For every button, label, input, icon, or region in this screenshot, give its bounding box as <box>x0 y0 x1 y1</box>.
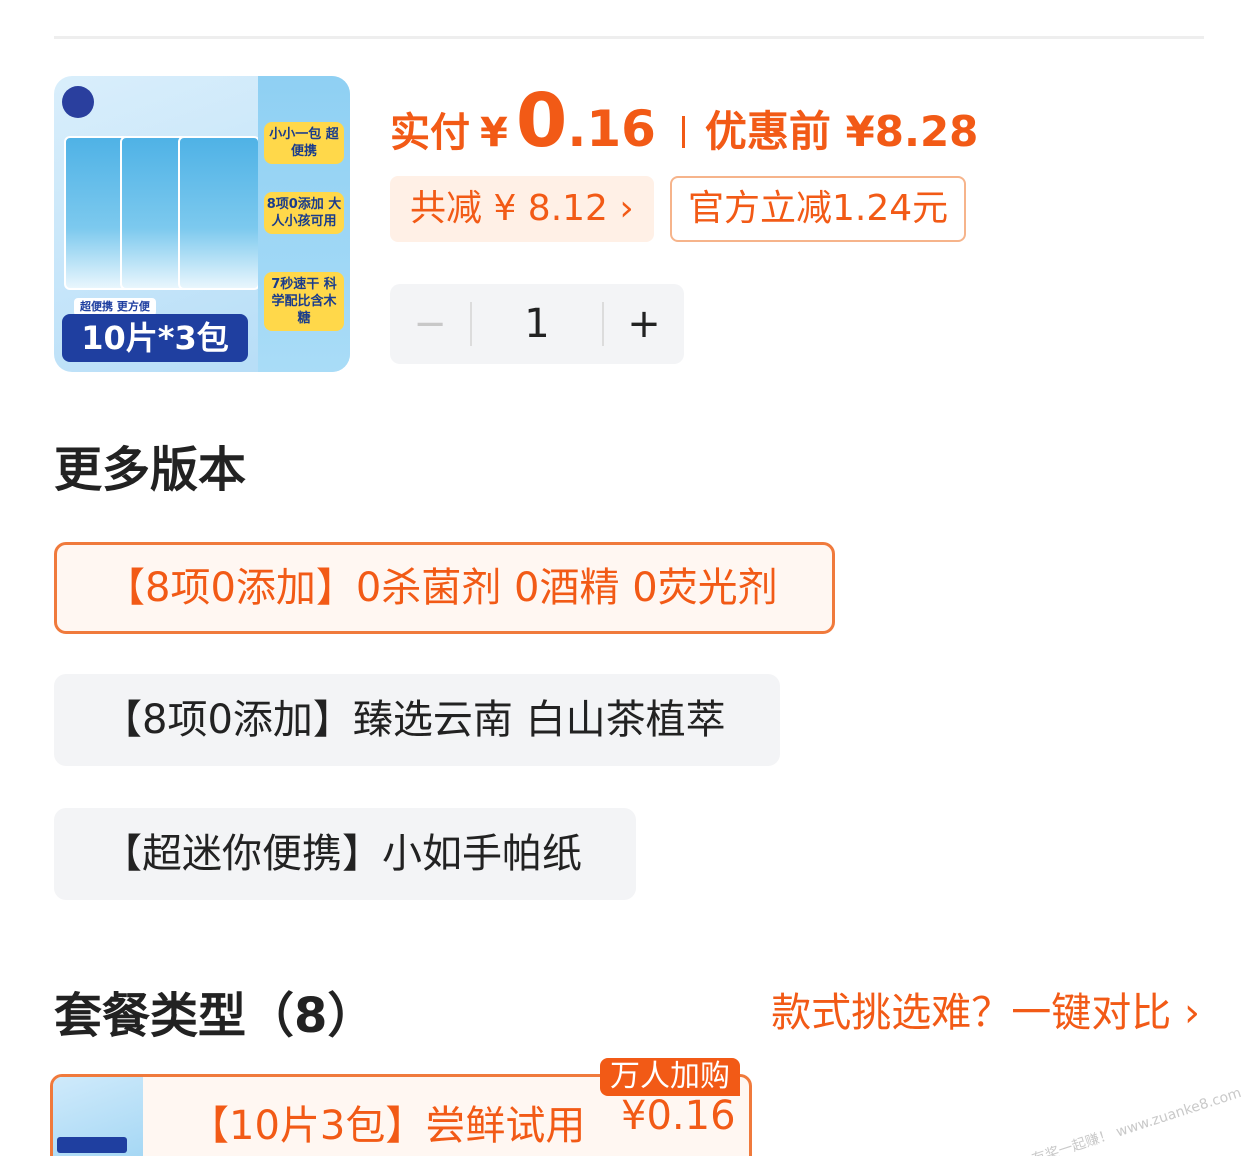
product-image[interactable]: 小小一包 超便携 8项0添加 大人小孩可用 7秒速干 科学配比含木糖 超便携 更… <box>54 76 350 372</box>
quantity-stepper: − 1 + <box>390 284 684 364</box>
increase-button[interactable]: + <box>604 284 684 364</box>
package-label: 【10片3包】尝鲜试用 <box>189 1103 586 1149</box>
paid-price-int: 0 <box>515 78 568 164</box>
compare-styles-link[interactable]: 款式挑选难？一键对比 › <box>771 980 1200 1038</box>
thumbnail-badge <box>57 1137 127 1153</box>
currency-symbol: ¥ <box>480 110 508 156</box>
version-option[interactable]: 【8项0添加】臻选云南 白山茶植萃 <box>54 674 780 766</box>
official-discount-chip: 官方立减1.24元 <box>670 176 967 242</box>
package-type-title: 套餐类型（8） <box>54 988 376 1044</box>
decrease-button[interactable]: − <box>390 284 470 364</box>
price-row: 实付 ¥ 0 .16 优惠前 ¥8.28 <box>390 78 978 178</box>
more-versions-title: 更多版本 <box>54 442 247 498</box>
version-option[interactable]: 【超迷你便携】小如手帕纸 <box>54 808 636 900</box>
price-before-discount: 优惠前 ¥8.28 <box>704 107 979 156</box>
feature-tag-additives: 8项0添加 大人小孩可用 <box>264 192 344 234</box>
total-discount-chip[interactable]: 共减 ¥ 8.12 › <box>390 176 654 242</box>
wipe-pack-3 <box>178 136 260 290</box>
brand-logo <box>62 86 94 118</box>
quantity-value[interactable]: 1 <box>472 301 602 347</box>
popular-badge: 万人加购 <box>600 1058 740 1096</box>
paid-price-dec: .16 <box>567 100 656 158</box>
version-option-selected[interactable]: 【8项0添加】0杀菌剂 0酒精 0荧光剂 <box>54 542 835 634</box>
paid-label: 实付 <box>390 110 470 156</box>
top-cut-off-header <box>0 0 1260 36</box>
site-watermark: 赚客吧，有奖一起赚！ www.zuanke8.com <box>976 1084 1244 1156</box>
feature-tag-portable: 小小一包 超便携 <box>264 122 344 164</box>
feature-tag-quickdry: 7秒速干 科学配比含木糖 <box>264 272 344 331</box>
product-sku-panel: 小小一包 超便携 8项0添加 大人小孩可用 7秒速干 科学配比含木糖 超便携 更… <box>0 0 1260 1156</box>
package-thumbnail <box>53 1077 143 1156</box>
pack-count-badge: 10片*3包 <box>62 314 248 362</box>
package-price: ¥0.16 <box>621 1093 736 1139</box>
header-divider <box>54 36 1204 39</box>
feature-column: 小小一包 超便携 8项0添加 大人小孩可用 7秒速干 科学配比含木糖 <box>258 76 350 372</box>
price-separator <box>681 116 685 148</box>
